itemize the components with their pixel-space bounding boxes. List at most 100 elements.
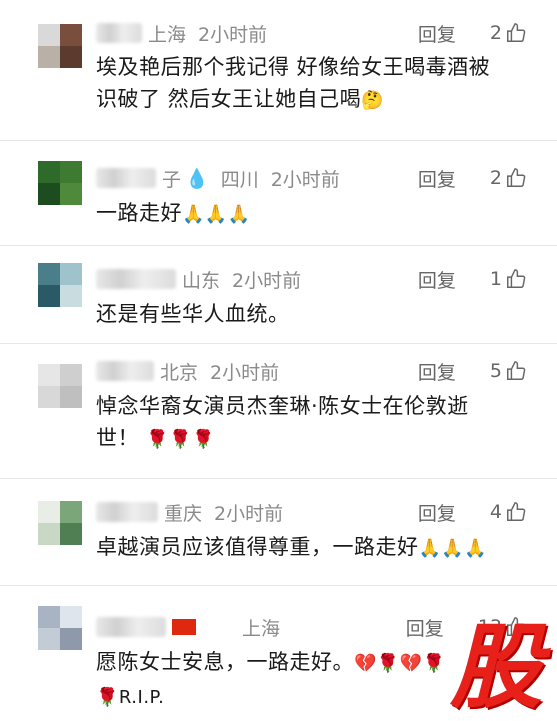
reply-button[interactable]: 回复 <box>406 614 444 641</box>
like-count: 4 <box>489 501 502 523</box>
avatar-tile <box>38 364 60 386</box>
location-label: 上海 <box>148 23 187 46</box>
comment-line-text: 卓越演员应该值得尊重，一路走好 <box>96 535 419 559</box>
avatar-tile <box>60 46 82 68</box>
water-drop-icon: 💧 <box>185 167 209 190</box>
comment-meta: 上海 <box>96 612 292 642</box>
avatar-tile <box>60 161 82 183</box>
praying-hands-icon: 🙏🙏🙏 <box>418 538 488 559</box>
divider <box>0 585 557 586</box>
reply-button[interactable]: 回复 <box>418 358 456 385</box>
reply-button[interactable]: 回复 <box>418 499 456 526</box>
reply-button[interactable]: 回复 <box>418 20 456 47</box>
avatar[interactable] <box>38 501 82 545</box>
avatar-tile <box>60 183 82 205</box>
avatar-tile <box>38 606 60 628</box>
timestamp: 2小时前 <box>270 168 340 191</box>
avatar-tile <box>60 628 82 650</box>
thinking-emoji-icon: 🤔 <box>361 90 385 111</box>
location-label: 山东 <box>182 269 221 292</box>
divider <box>0 245 557 246</box>
avatar-tile <box>38 386 60 408</box>
broken-heart-rose-icon: 💔🌹💔🌹 <box>354 653 446 674</box>
avatar-tile <box>60 606 82 628</box>
comment-text: 卓越演员应该值得尊重，一路走好🙏🙏🙏 <box>96 531 516 565</box>
comment-actions: 回复 5 <box>418 356 527 386</box>
avatar-tile <box>38 501 60 523</box>
reply-button[interactable]: 回复 <box>418 266 456 293</box>
username-blurred[interactable] <box>96 617 166 637</box>
comment-meta: 山东 2小时前 <box>96 264 301 294</box>
rose-icon: 🌹🌹🌹 <box>146 429 215 450</box>
like-count: 2 <box>489 167 502 189</box>
comment-text: 悼念华裔女演员杰奎琳·陈女士在伦敦逝 世！ 🌹🌹🌹 <box>96 390 516 456</box>
comment-text: 埃及艳后那个我记得 好像给女王喝毒酒被 识破了 然后女王让她自己喝🤔 <box>96 51 516 117</box>
like-count: 1 <box>489 268 502 290</box>
rose-icon: 🌹 <box>96 687 119 708</box>
comment-text: 一路走好🙏🙏🙏 <box>96 197 516 231</box>
praying-hands-icon: 🙏🙏🙏 <box>182 204 251 225</box>
thumbs-up-icon[interactable] <box>505 268 527 290</box>
avatar-tile <box>60 364 82 386</box>
avatar-tile <box>38 161 60 183</box>
like-count: 5 <box>489 360 502 382</box>
username-tail[interactable]: 子 <box>162 165 181 192</box>
comment-line-text: 一路走好 <box>96 201 182 225</box>
timestamp: 2小时前 <box>198 23 268 46</box>
comment-meta: 重庆 2小时前 <box>96 497 283 527</box>
avatar[interactable] <box>38 364 82 408</box>
comment-line-text: 世！ <box>96 426 139 450</box>
comment-line: 悼念华裔女演员杰奎琳·陈女士在伦敦逝 <box>96 394 469 418</box>
comment-line: 还是有些华人血统。 <box>96 302 290 326</box>
username-blurred[interactable] <box>96 361 154 381</box>
stock-watermark-logo: 股 <box>449 614 542 721</box>
comment-line: 一路走好🙏🙏🙏 <box>96 197 516 231</box>
thumbs-up-icon[interactable] <box>505 167 527 189</box>
comment-line-text: R.I.P. <box>118 687 165 708</box>
avatar-tile <box>38 263 60 285</box>
like-count: 2 <box>489 22 502 44</box>
location-label: 上海 <box>242 617 281 640</box>
avatar-tile <box>38 523 60 545</box>
reply-button[interactable]: 回复 <box>418 165 456 192</box>
timestamp: 2小时前 <box>210 361 280 384</box>
username-blurred[interactable] <box>96 269 176 289</box>
location-label: 北京 <box>160 361 199 384</box>
thumbs-up-icon[interactable] <box>505 360 527 382</box>
comment-text: 还是有些华人血统。 <box>96 298 516 330</box>
china-flag-icon <box>172 619 196 635</box>
comment-meta: 上海 2小时前 <box>96 18 267 48</box>
comment-actions: 回复 1 <box>418 264 527 294</box>
comment-line-text: 识破了 然后女王让她自己喝 <box>96 87 362 111</box>
comment-line: 卓越演员应该值得尊重，一路走好🙏🙏🙏 <box>96 531 516 565</box>
comment-line: 识破了 然后女王让她自己喝🤔 <box>96 83 516 117</box>
username-blurred[interactable] <box>96 502 158 522</box>
avatar-tile <box>60 501 82 523</box>
avatar[interactable] <box>38 606 82 650</box>
comment-actions: 回复 2 <box>418 18 527 48</box>
divider <box>0 478 557 479</box>
location-label: 重庆 <box>164 502 203 525</box>
timestamp: 2小时前 <box>232 269 302 292</box>
thumbs-up-icon[interactable] <box>505 501 527 523</box>
timestamp: 2小时前 <box>214 502 284 525</box>
avatar-tile <box>38 24 60 46</box>
comment-meta: 子 💧 四川 2小时前 <box>96 163 340 193</box>
divider <box>0 343 557 344</box>
avatar[interactable] <box>38 24 82 68</box>
avatar-tile <box>60 386 82 408</box>
username-blurred[interactable] <box>96 168 156 188</box>
username-blurred[interactable] <box>96 23 142 43</box>
thumbs-up-icon[interactable] <box>505 22 527 44</box>
avatar[interactable] <box>38 161 82 205</box>
avatar-tile <box>38 46 60 68</box>
comment-meta: 北京 2小时前 <box>96 356 279 386</box>
avatar-tile <box>38 183 60 205</box>
avatar-tile <box>60 24 82 46</box>
avatar-tile <box>38 628 60 650</box>
avatar[interactable] <box>38 263 82 307</box>
location-label: 四川 <box>220 168 259 191</box>
avatar-tile <box>38 285 60 307</box>
divider <box>0 140 557 141</box>
comment-line-text: 愿陈女士安息，一路走好。 <box>96 650 354 674</box>
